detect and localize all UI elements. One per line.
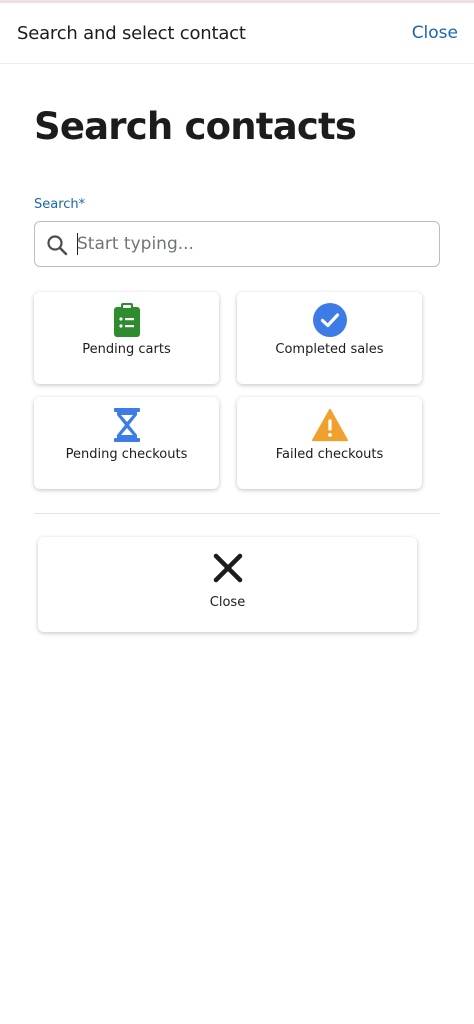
warning-triangle-icon xyxy=(311,407,348,443)
header-close-button[interactable]: Close xyxy=(412,23,458,43)
close-icon xyxy=(211,551,245,585)
pending-carts-label: Pending carts xyxy=(82,342,171,357)
close-tile-button[interactable]: Close xyxy=(38,537,417,632)
failed-checkouts-label: Failed checkouts xyxy=(275,447,384,462)
completed-sales-tile[interactable]: Completed sales xyxy=(237,292,422,384)
search-label: Search* xyxy=(34,197,86,212)
page-title: Search contacts xyxy=(34,105,357,148)
search-icon xyxy=(47,235,68,256)
header-bar: Search and select contact Close xyxy=(0,3,474,64)
text-cursor xyxy=(77,233,78,255)
hourglass-icon xyxy=(109,407,145,443)
check-circle-icon xyxy=(312,302,348,338)
search-input[interactable] xyxy=(77,230,427,258)
pending-checkouts-tile[interactable]: Pending checkouts xyxy=(34,397,219,489)
search-field[interactable] xyxy=(34,221,440,267)
header-title: Search and select contact xyxy=(17,23,246,44)
clipboard-list-icon xyxy=(109,302,145,338)
divider xyxy=(34,513,440,514)
close-tile-label: Close xyxy=(209,595,246,610)
pending-checkouts-label: Pending checkouts xyxy=(65,447,188,462)
pending-carts-tile[interactable]: Pending carts xyxy=(34,292,219,384)
completed-sales-label: Completed sales xyxy=(275,342,384,357)
failed-checkouts-tile[interactable]: Failed checkouts xyxy=(237,397,422,489)
